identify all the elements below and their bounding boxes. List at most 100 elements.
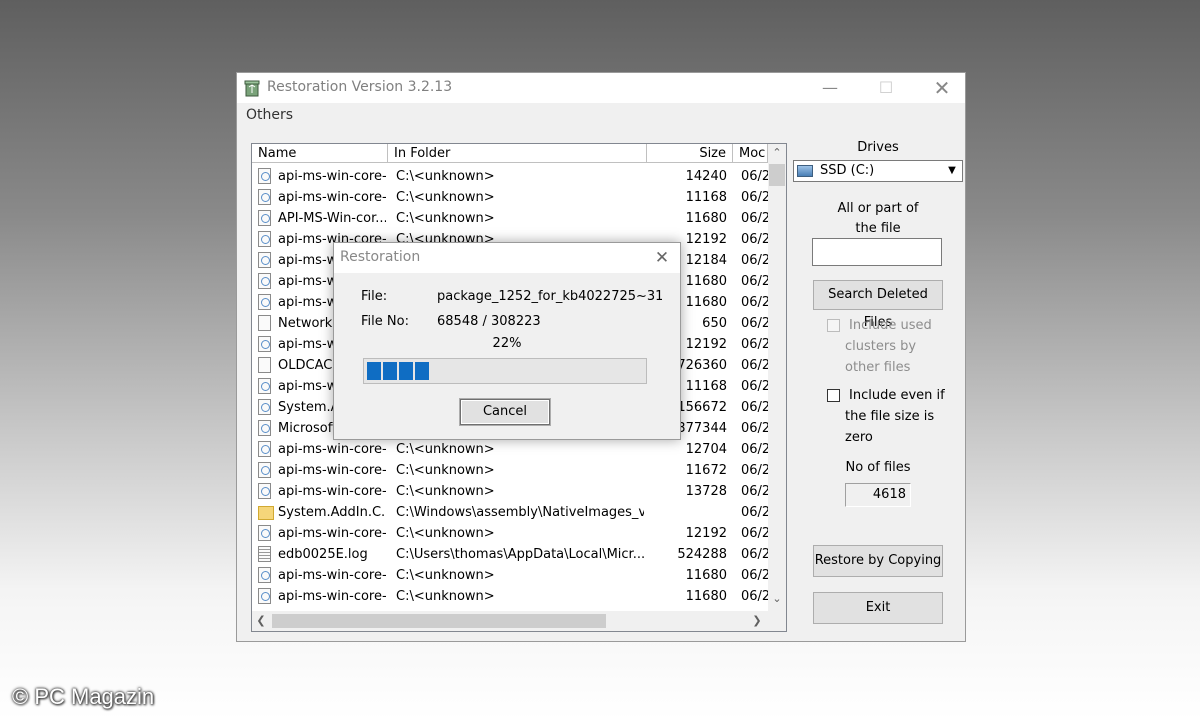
cell-name: API-MS-Win-cor... — [278, 211, 386, 226]
scroll-right-icon[interactable]: ❯ — [748, 612, 766, 630]
table-row[interactable]: api-ms-win-core-... C:\<unknown> 11672 06/2 — [252, 460, 768, 481]
dialog-close-icon[interactable]: ✕ — [650, 246, 674, 270]
title-bar[interactable]: Restoration Version 3.2.13 — ☐ ✕ — [237, 73, 965, 103]
dialog-title: Restoration — [340, 249, 421, 265]
exit-button[interactable]: Exit — [813, 592, 943, 624]
include-zero-size-checkbox[interactable] — [827, 389, 840, 402]
file-icon — [258, 420, 271, 436]
file-icon — [258, 441, 271, 457]
search-deleted-files-button[interactable]: Search Deleted Files — [813, 280, 943, 330]
cell-folder: C:\<unknown> — [396, 463, 495, 478]
progress-dialog: Restoration ✕ File: package_1252_for_kb4… — [333, 242, 681, 440]
column-header-size[interactable]: Size — [647, 144, 733, 163]
include-zero-label-2: the file size is — [845, 409, 935, 424]
drive-icon — [797, 165, 813, 177]
cell-size: 13728 — [685, 484, 727, 499]
cell-folder: C:\Users\thomas\AppData\Local\Micr... — [396, 547, 644, 562]
include-used-clusters-checkbox[interactable] — [827, 319, 840, 332]
list-header: Name In Folder Size Moc — [252, 144, 786, 164]
dialog-fileno-label: File No: — [361, 314, 409, 329]
cell-mod: 06/2 — [741, 253, 768, 268]
dialog-fileno-value: 68548 / 308223 — [437, 314, 541, 329]
horizontal-scrollbar[interactable]: ❮ ❯ — [252, 611, 768, 631]
column-header-modified[interactable]: Moc — [733, 144, 768, 163]
file-filter-label-line2: the file — [855, 221, 901, 236]
include-used-label-3: other files — [845, 360, 911, 375]
file-icon — [258, 273, 271, 289]
drive-select[interactable]: SSD (C:) ▼ — [793, 160, 963, 182]
cell-size: 11680 — [685, 589, 727, 604]
recycle-bin-icon — [244, 80, 260, 97]
scroll-up-icon[interactable]: ⌃ — [768, 144, 786, 162]
table-row[interactable]: api-ms-win-core-... C:\<unknown> 11680 06/2 — [252, 586, 768, 607]
minimize-button[interactable]: — — [807, 73, 853, 103]
cell-folder: C:\Windows\assembly\NativeImages_v... — [396, 505, 644, 520]
cell-mod: 06/2 — [741, 337, 768, 352]
table-row[interactable]: api-ms-win-core-... C:\<unknown> 11680 06/2 — [252, 565, 768, 586]
file-icon — [258, 294, 271, 310]
watermark-text: © PC Magazin — [12, 684, 155, 709]
cell-mod: 06/2 — [741, 526, 768, 541]
table-row[interactable]: api-ms-win-core-... C:\<unknown> 13728 06/2 — [252, 481, 768, 502]
chevron-down-icon[interactable]: ▼ — [942, 161, 962, 181]
cell-name: api-ms-win-core-... — [278, 589, 386, 604]
horizontal-scroll-thumb[interactable] — [272, 614, 606, 628]
cell-name: api-ms-win-core-... — [278, 442, 386, 457]
cell-mod: 06/2 — [741, 190, 768, 205]
include-used-label-2: clusters by — [845, 339, 917, 354]
cell-mod: 06/2 — [741, 232, 768, 247]
cell-mod: 06/2 — [741, 568, 768, 583]
cell-folder: C:\<unknown> — [396, 211, 495, 226]
file-count-label: No of files — [845, 460, 911, 475]
table-row[interactable]: System.AddIn.C... C:\Windows\assembly\Nat… — [252, 502, 768, 523]
close-button[interactable]: ✕ — [919, 73, 965, 103]
cell-mod: 06/2 — [741, 211, 768, 226]
cell-mod: 06/2 — [741, 463, 768, 478]
file-icon — [258, 399, 271, 415]
file-icon — [258, 483, 271, 499]
column-header-folder[interactable]: In Folder — [388, 144, 647, 163]
cell-folder: C:\<unknown> — [396, 190, 495, 205]
dialog-file-label: File: — [361, 289, 388, 304]
cell-mod: 06/2 — [741, 379, 768, 394]
cell-name: api-ms-win-core-... — [278, 526, 386, 541]
cell-size: 11168 — [685, 190, 727, 205]
table-row[interactable]: api-ms-win-core-... C:\<unknown> 12704 06/2 — [252, 439, 768, 460]
cell-folder: C:\<unknown> — [396, 484, 495, 499]
cell-name: edb0025E.log — [278, 547, 368, 562]
table-row[interactable]: api-ms-win-core-... C:\<unknown> 12192 06/2 — [252, 523, 768, 544]
progress-bar — [363, 358, 647, 384]
cell-name: api-ms-win-core-... — [278, 463, 386, 478]
table-row[interactable]: api-ms-win-core-l... C:\<unknown> 11168 06/… — [252, 187, 768, 208]
file-icon — [258, 525, 271, 541]
file-icon — [258, 588, 271, 604]
drives-label: Drives — [857, 140, 899, 155]
menu-others[interactable]: Others — [246, 107, 293, 123]
cell-name: api-ms-win-core-l... — [278, 190, 386, 205]
file-filter-input[interactable] — [812, 238, 942, 266]
table-row[interactable]: edb0025E.log C:\Users\thomas\AppData\Loca… — [252, 544, 768, 565]
cell-mod: 06/2 — [741, 421, 768, 436]
file-icon — [258, 567, 271, 583]
cell-mod: 06/2 — [741, 358, 768, 373]
vertical-scrollbar[interactable]: ⌃ ⌄ — [768, 144, 786, 611]
progress-segment — [367, 362, 381, 380]
cell-mod: 06/2 — [741, 169, 768, 184]
dialog-title-bar[interactable]: Restoration ✕ — [334, 243, 680, 273]
cell-name: api-ms-win-core-... — [278, 568, 386, 583]
table-row[interactable]: API-MS-Win-cor... C:\<unknown> 11680 06/2 — [252, 208, 768, 229]
cell-mod: 06/2 — [741, 505, 768, 520]
progress-segment — [383, 362, 397, 380]
scroll-left-icon[interactable]: ❮ — [252, 612, 270, 630]
cancel-button[interactable]: Cancel — [460, 399, 550, 425]
table-row[interactable]: api-ms-win-core-l... C:\<unknown> 14240 06/… — [252, 166, 768, 187]
cell-mod: 06/2 — [741, 295, 768, 310]
scroll-down-icon[interactable]: ⌄ — [768, 590, 786, 608]
cell-folder: C:\<unknown> — [396, 526, 495, 541]
column-header-name[interactable]: Name — [252, 144, 388, 163]
file-icon — [258, 546, 271, 562]
vertical-scroll-thumb[interactable] — [769, 164, 785, 186]
cell-folder: C:\<unknown> — [396, 568, 495, 583]
restore-by-copying-button[interactable]: Restore by Copying — [813, 545, 943, 577]
maximize-button[interactable]: ☐ — [863, 73, 909, 103]
